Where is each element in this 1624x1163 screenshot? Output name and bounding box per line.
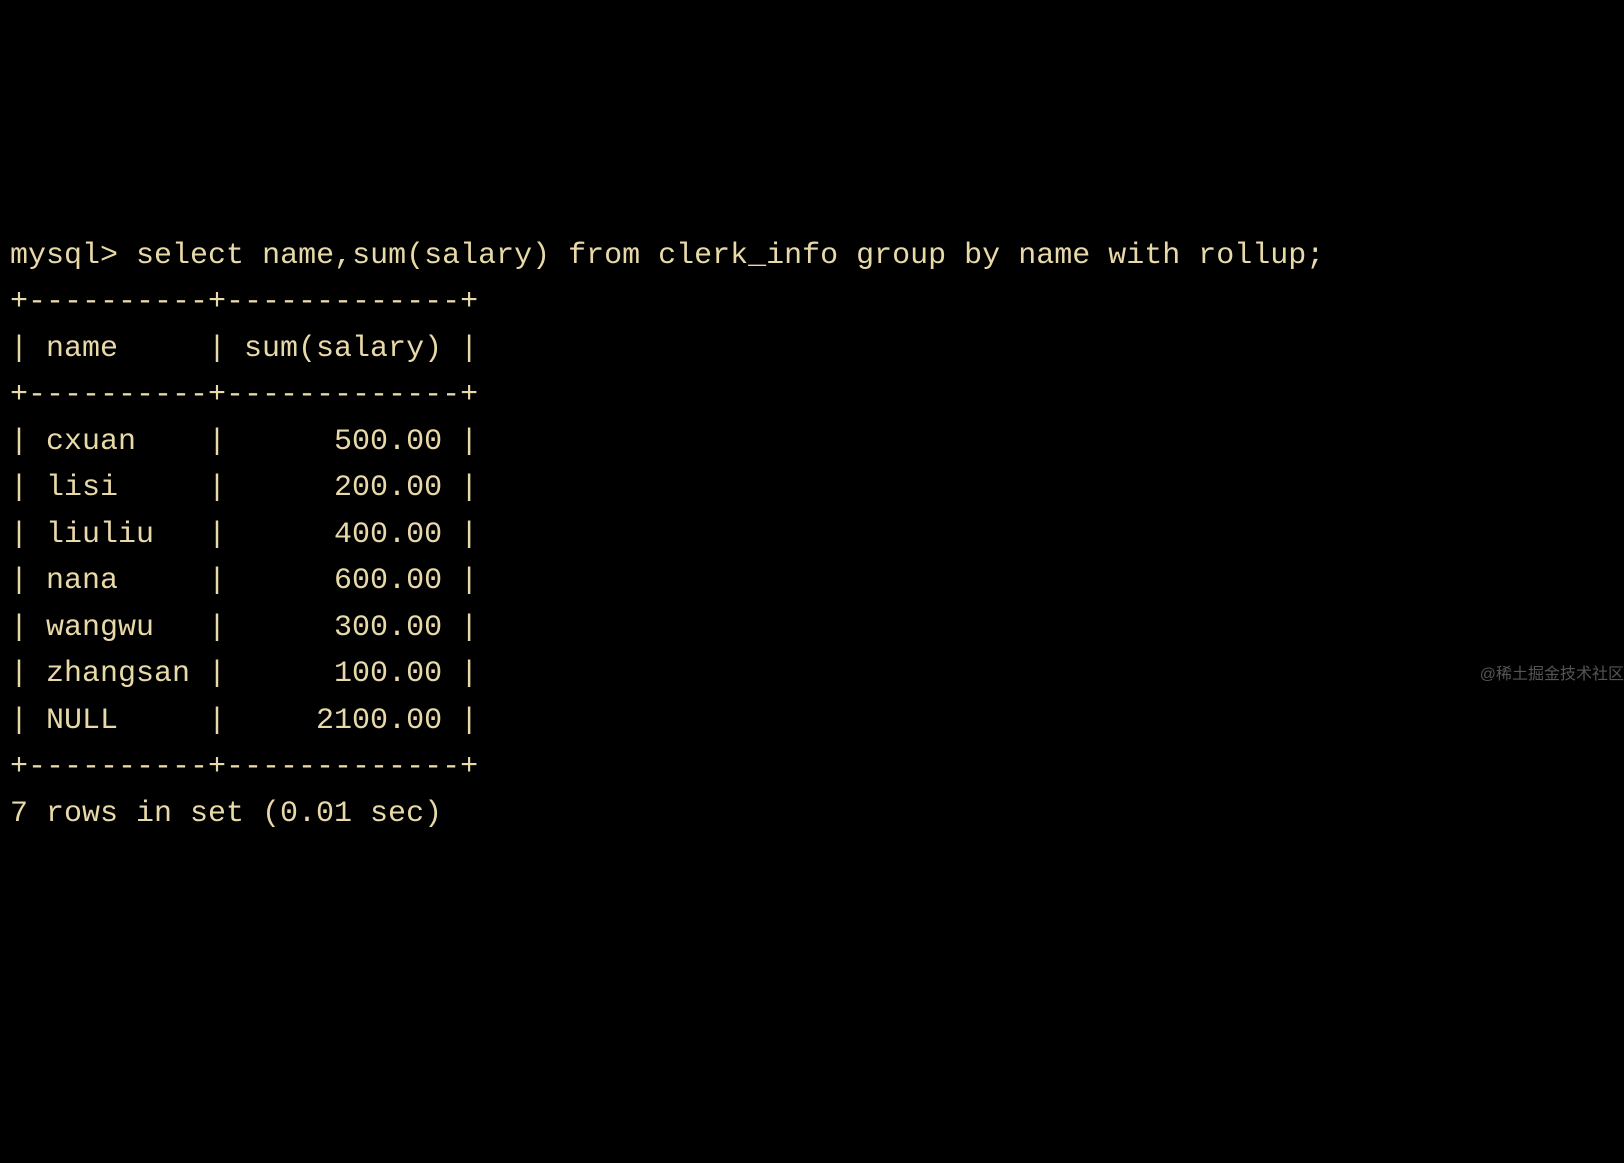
watermark: @稀土掘金技术社区 <box>1480 663 1624 688</box>
table-border-mid: +----------+-------------+ <box>10 378 478 412</box>
table-row: | wangwu | 300.00 | <box>10 611 478 645</box>
status-line: 7 rows in set (0.01 sec) <box>10 797 442 831</box>
table-row: | zhangsan | 100.00 | <box>10 657 478 691</box>
table-border-top: +----------+-------------+ <box>10 285 478 319</box>
table-border-bottom: +----------+-------------+ <box>10 750 478 784</box>
table-header-row: | name | sum(salary) | <box>10 332 478 366</box>
terminal-output: mysql> select name,sum(salary) from cler… <box>0 186 1624 837</box>
table-row: | NULL | 2100.00 | <box>10 704 478 738</box>
table-row: | liuliu | 400.00 | <box>10 518 478 552</box>
sql-command: select name,sum(salary) from clerk_info … <box>136 239 1324 273</box>
table-row: | cxuan | 500.00 | <box>10 425 478 459</box>
table-row: | lisi | 200.00 | <box>10 471 478 505</box>
table-row: | nana | 600.00 | <box>10 564 478 598</box>
mysql-prompt: mysql> <box>10 239 118 273</box>
